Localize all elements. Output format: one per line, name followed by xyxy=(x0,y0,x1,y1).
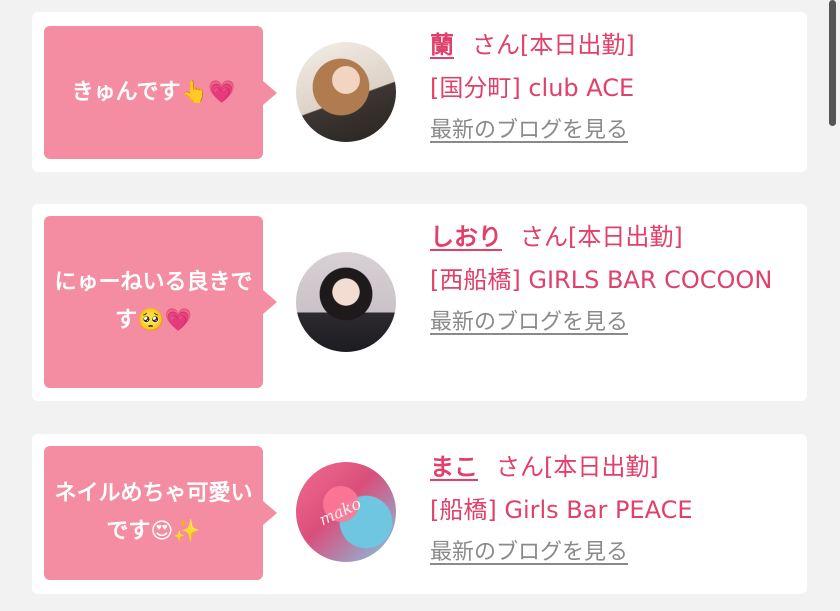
name-line: しおり さん[本日出勤] xyxy=(430,220,797,254)
shop-name: [国分町] club ACE xyxy=(430,74,635,102)
shop-name: [船橋] Girls Bar PEACE xyxy=(430,496,693,524)
comment-bubble: きゅんです👆💗 xyxy=(44,26,277,159)
latest-blog-link[interactable]: 最新のブログを見る xyxy=(430,116,628,146)
work-status: さん[本日出勤] xyxy=(520,223,683,251)
photo-watermark: mako xyxy=(316,493,364,530)
cast-info: 蘭さん[本日出勤] [国分町] club ACE 最新のブログを見る xyxy=(430,28,797,146)
cast-avatar[interactable] xyxy=(296,252,396,352)
review-card: ネイルめちゃ可愛いです😍✨ mako まこ さん[本日出勤] [船橋] Girls… xyxy=(32,434,807,594)
cast-name-link[interactable]: 蘭 xyxy=(430,31,454,59)
comment-bubble: にゅーねいる良きです🥺💗 xyxy=(44,216,277,388)
review-card: にゅーねいる良きです🥺💗 しおり さん[本日出勤] [西船橋] GIRLS BAR… xyxy=(32,204,807,401)
cast-info: まこ さん[本日出勤] [船橋] Girls Bar PEACE 最新のブログを見… xyxy=(430,450,797,568)
comment-bubble: ネイルめちゃ可愛いです😍✨ xyxy=(44,446,277,580)
cast-avatar[interactable] xyxy=(296,42,396,142)
work-status: さん[本日出勤] xyxy=(472,31,635,59)
shop-name: [西船橋] GIRLS BAR COCOON xyxy=(430,266,773,294)
cast-name-link[interactable]: しおり xyxy=(430,223,502,251)
page-scrollbar[interactable] xyxy=(829,0,836,126)
latest-blog-link[interactable]: 最新のブログを見る xyxy=(430,308,628,338)
latest-blog-link[interactable]: 最新のブログを見る xyxy=(430,538,628,568)
name-line: 蘭さん[本日出勤] xyxy=(430,28,797,62)
work-status: さん[本日出勤] xyxy=(496,453,659,481)
cast-info: しおり さん[本日出勤] [西船橋] GIRLS BAR COCOON 最新のブロ… xyxy=(430,220,797,338)
review-card: きゅんです👆💗 蘭さん[本日出勤] [国分町] club ACE 最新のブログを… xyxy=(32,12,807,172)
name-line: まこ さん[本日出勤] xyxy=(430,450,797,484)
cast-avatar[interactable]: mako xyxy=(296,462,396,562)
cast-name-link[interactable]: まこ xyxy=(430,453,478,481)
